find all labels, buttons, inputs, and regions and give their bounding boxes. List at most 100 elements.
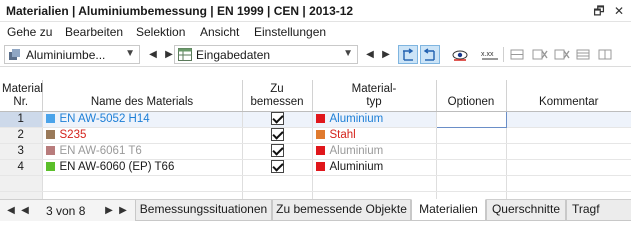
column-header-material-type[interactable]: Material- typ [312, 80, 437, 112]
column-header-material-nr[interactable]: Material Nr. [0, 80, 43, 112]
chevron-down-icon: ▼ [343, 48, 353, 59]
material-name-cell[interactable]: EN AW-6060 (EP) T66 [42, 159, 243, 176]
material-name: EN AW-6060 (EP) T66 [59, 161, 175, 173]
material-name-cell[interactable]: EN AW-6061 T6 [42, 143, 243, 160]
toolbar: Aluminiumbe... ▼ ◀ ▶ Eingabedaten ▼ ◀ ▶ … [0, 42, 631, 67]
material-type-cell[interactable]: Aluminium [312, 159, 437, 176]
tab-zu-bemessende-objekte[interactable]: Zu bemessende Objekte [272, 200, 411, 221]
comment-cell[interactable] [506, 143, 631, 160]
chevron-down-icon: ▼ [125, 48, 135, 59]
materials-table: Material Nr. Name des Materials Zu bemes… [0, 80, 631, 208]
to-design-checkbox[interactable] [270, 128, 284, 141]
previous-page-icon[interactable]: ◀ [20, 205, 30, 216]
table-row[interactable]: 3 EN AW-6061 T6 Aluminium [0, 143, 631, 160]
to-design-cell[interactable] [242, 143, 313, 160]
first-page-icon[interactable]: ◀ [6, 205, 16, 216]
options-cell[interactable] [436, 143, 507, 160]
tab-tragfaehigkeit[interactable]: Tragf [566, 200, 631, 221]
menu-selektion[interactable]: Selektion [136, 25, 185, 39]
empty-cell [506, 175, 631, 192]
module-dropdown-value: Aluminiumbe... [26, 48, 106, 62]
empty-row [0, 175, 631, 192]
to-design-checkbox[interactable] [270, 144, 284, 157]
empty-cell [312, 175, 437, 192]
svg-text:x.xx: x.xx [481, 51, 494, 58]
clear-cells-icon[interactable] [552, 45, 572, 64]
material-type: Stahl [329, 129, 356, 141]
to-design-checkbox[interactable] [270, 160, 284, 173]
module-dropdown[interactable]: Aluminiumbe... ▼ [4, 45, 140, 64]
close-icon[interactable]: ✕ [610, 2, 628, 20]
title-bar: Materialien | Aluminiumbemessung | EN 19… [0, 0, 631, 22]
restore-window-icon[interactable]: 🗗 [590, 2, 608, 20]
comment-cell[interactable] [506, 127, 631, 144]
material-type-color-icon [315, 114, 325, 123]
material-type-color-icon [315, 146, 325, 155]
column-header-material-name[interactable]: Name des Materials [42, 80, 243, 112]
menu-ansicht[interactable]: Ansicht [200, 25, 239, 39]
material-type: Aluminium [329, 145, 384, 157]
material-name: EN AW-5052 H14 [59, 113, 150, 125]
view-eye-icon[interactable] [450, 45, 470, 64]
material-name: S235 [59, 129, 87, 141]
material-type-cell[interactable]: Stahl [312, 127, 437, 144]
table-row[interactable]: 2 S235 Stahl [0, 127, 631, 144]
page-indicator: 3 von 8 [46, 204, 86, 218]
table-icon [178, 48, 192, 61]
table-dropdown[interactable]: Eingabedaten ▼ [174, 45, 358, 64]
material-name: EN AW-6061 T6 [59, 145, 142, 157]
empty-cell [42, 175, 243, 192]
options-cell[interactable] [436, 127, 507, 144]
material-color-icon [45, 162, 55, 171]
paste-rows-icon[interactable] [596, 45, 616, 64]
material-type: Aluminium [329, 113, 384, 125]
material-type-cell[interactable]: Aluminium [312, 111, 437, 128]
row-number[interactable]: 4 [0, 159, 43, 176]
material-type-color-icon [315, 130, 325, 139]
tab-materialien[interactable]: Materialien [411, 199, 486, 221]
empty-cell [242, 175, 313, 192]
next-table-button[interactable]: ▶ [376, 45, 396, 64]
comment-cell[interactable] [506, 111, 631, 128]
row-number[interactable]: 2 [0, 127, 43, 144]
module-icon [9, 49, 20, 60]
sync-selection-icon[interactable] [398, 45, 418, 64]
menu-bar: Gehe zu Bearbeiten Selektion Ansicht Ein… [0, 22, 631, 42]
row-number[interactable]: 3 [0, 143, 43, 160]
delete-row-icon[interactable] [530, 45, 550, 64]
to-design-cell[interactable] [242, 127, 313, 144]
tab-querschnitte[interactable]: Querschnitte [486, 200, 566, 221]
to-design-checkbox[interactable] [270, 112, 284, 125]
comment-cell[interactable] [506, 159, 631, 176]
window-title: Materialien | Aluminiumbemessung | EN 19… [6, 4, 354, 18]
row-number[interactable]: 1 [0, 111, 43, 128]
material-name-cell[interactable]: S235 [42, 127, 243, 144]
table-dropdown-value: Eingabedaten [196, 48, 271, 62]
material-name-cell[interactable]: EN AW-5052 H14 [42, 111, 243, 128]
menu-bearbeiten[interactable]: Bearbeiten [65, 25, 123, 39]
material-type: Aluminium [329, 161, 384, 173]
insert-row-icon[interactable] [508, 45, 528, 64]
next-page-icon[interactable]: ▶ [104, 205, 114, 216]
column-header-comment[interactable]: Kommentar [506, 80, 631, 112]
table-row[interactable]: 1 EN AW-5052 H14 Aluminium [0, 110, 631, 128]
number-format-icon[interactable]: x.xx [480, 45, 500, 64]
material-type-color-icon [315, 162, 325, 171]
to-design-cell[interactable] [242, 159, 313, 176]
sync-view-icon[interactable] [420, 45, 440, 64]
copy-rows-icon[interactable] [574, 45, 594, 64]
material-color-icon [45, 146, 55, 155]
row-number [0, 175, 43, 192]
last-page-icon[interactable]: ▶ [118, 205, 128, 216]
menu-einstellungen[interactable]: Einstellungen [254, 25, 326, 39]
options-cell[interactable] [436, 159, 507, 176]
menu-gehe-zu[interactable]: Gehe zu [7, 25, 52, 39]
to-design-cell[interactable] [242, 111, 313, 128]
tab-bemessungssituationen[interactable]: Bemessungssituationen [135, 200, 272, 221]
column-header-to-design[interactable]: Zu bemessen [242, 80, 313, 112]
table-row[interactable]: 4 EN AW-6060 (EP) T66 Aluminium [0, 159, 631, 176]
options-cell[interactable] [435, 110, 507, 128]
material-type-cell[interactable]: Aluminium [312, 143, 437, 160]
empty-cell [436, 175, 507, 192]
column-header-options[interactable]: Optionen [436, 80, 507, 112]
